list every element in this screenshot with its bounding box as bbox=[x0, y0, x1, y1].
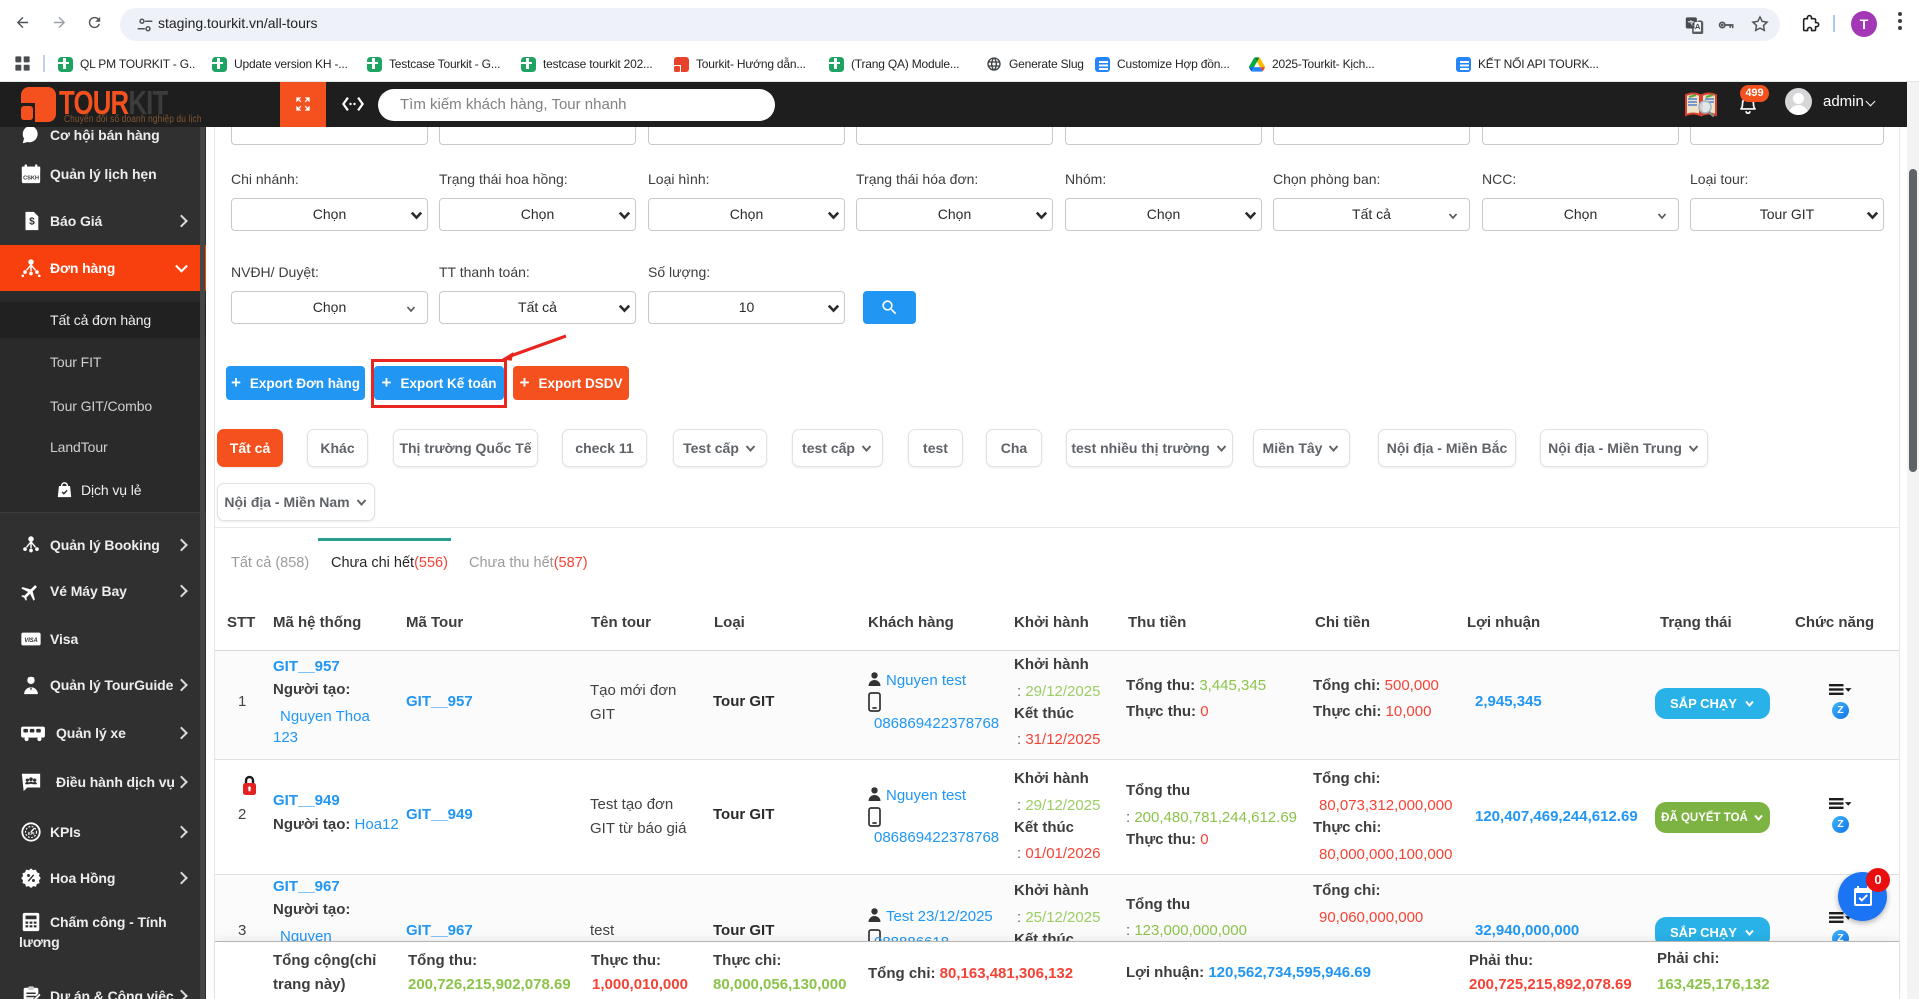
svg-text:VISA: VISA bbox=[24, 638, 38, 644]
svg-text:CSKH: CSKH bbox=[23, 176, 39, 182]
svg-text:$: $ bbox=[29, 217, 35, 228]
svg-text:KPI: KPI bbox=[28, 831, 35, 836]
